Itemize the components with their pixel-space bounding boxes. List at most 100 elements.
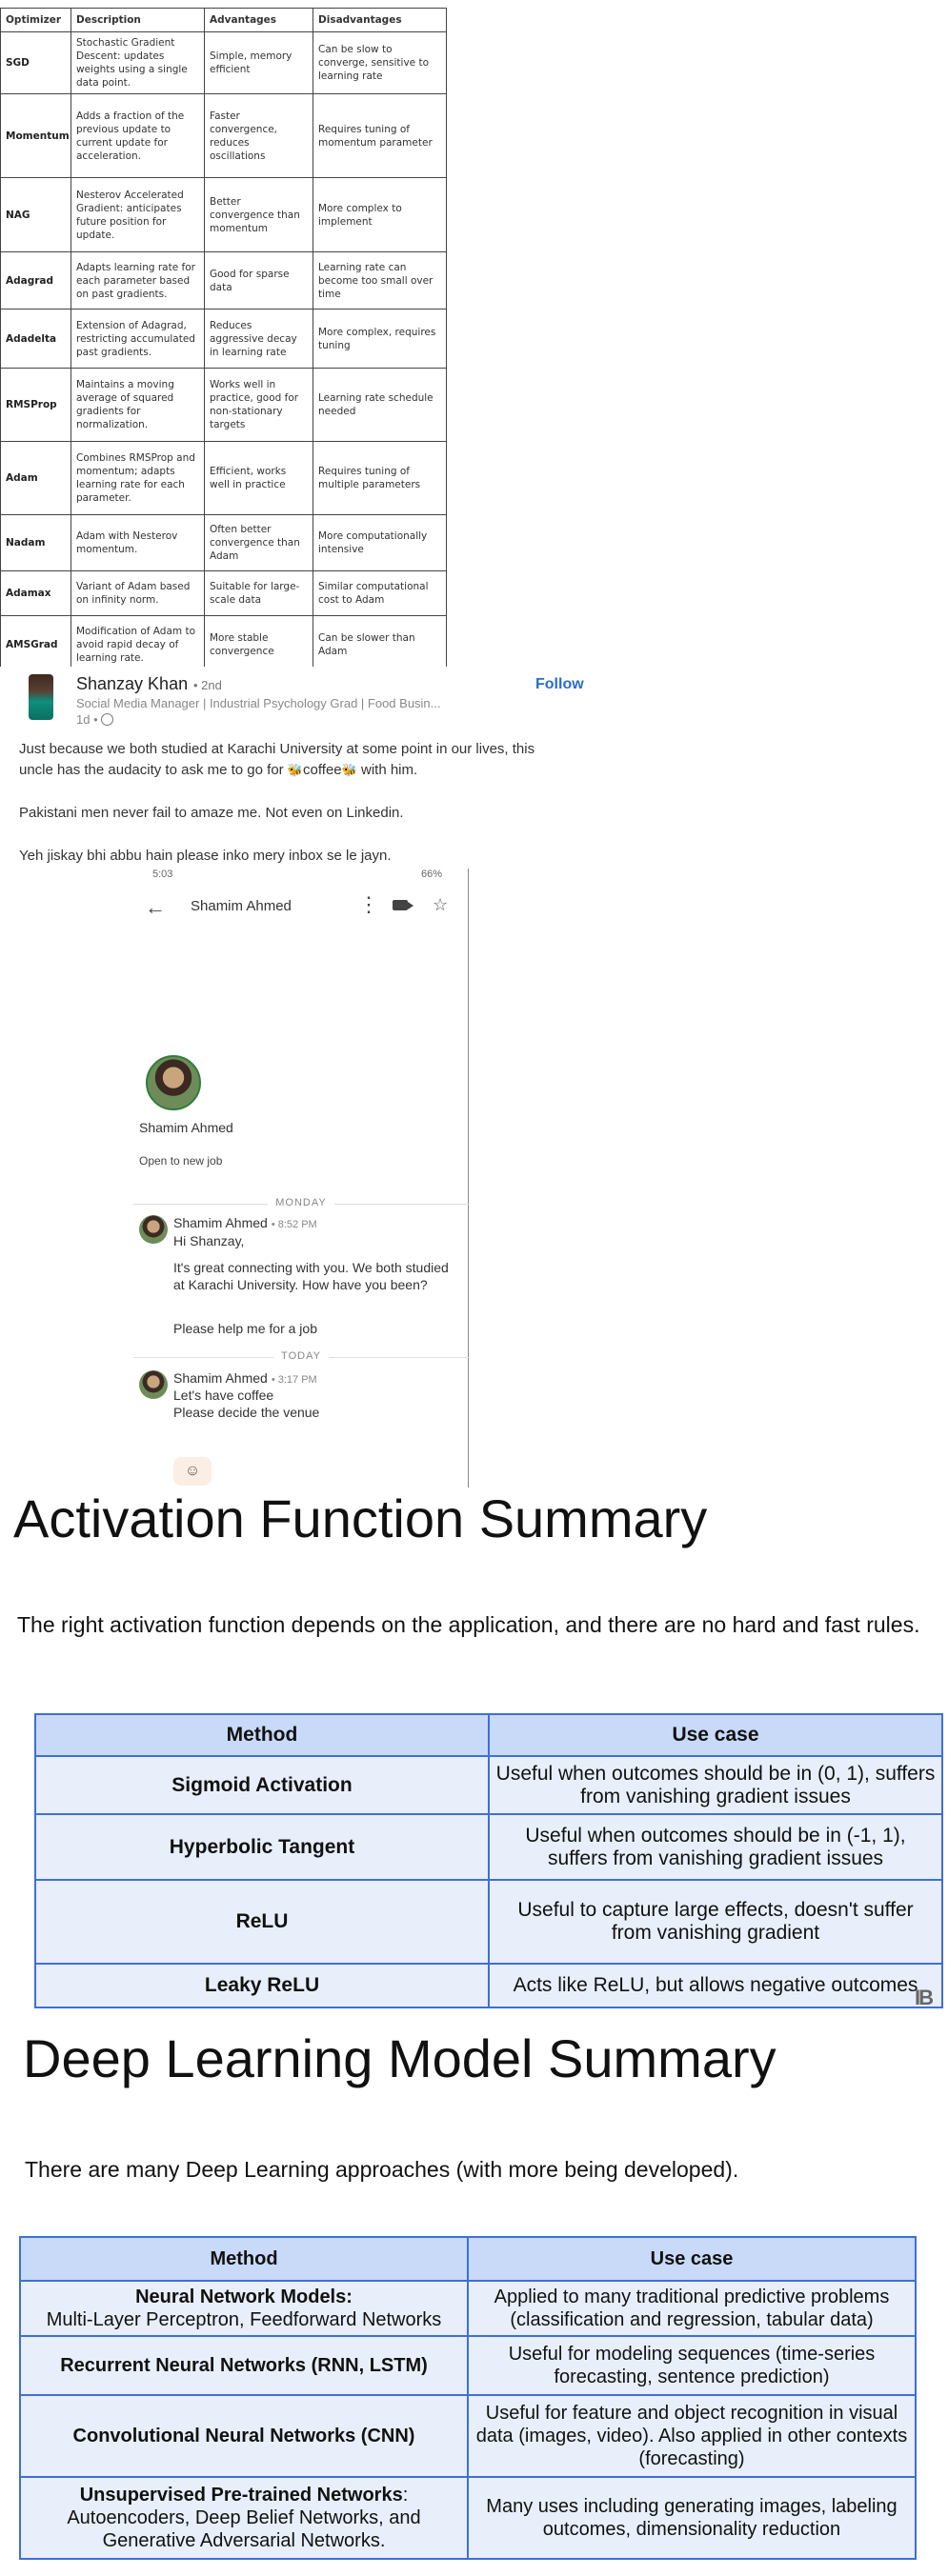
message-body: Let's have coffee	[173, 1388, 274, 1403]
post-text-line: Just because we both studied at Karachi …	[19, 741, 535, 757]
optimizer-advantages: Simple, memory efficient	[204, 31, 313, 94]
author-headline: Social Media Manager | Industrial Psycho…	[76, 696, 441, 710]
profile-avatar[interactable]	[146, 1055, 201, 1110]
table-row: ReLU Useful to capture large effects, doe…	[34, 1879, 943, 1965]
activation-title: Activation Function Summary	[13, 1488, 708, 1548]
optimizer-name: AMSGrad	[0, 615, 71, 673]
table-row: AMSGrad Modification of Adam to avoid rap…	[0, 615, 447, 673]
post-body: Just because we both studied at Karachi …	[19, 739, 572, 781]
method-bold: Unsupervised Pre-trained Networks	[79, 2485, 403, 2506]
message-body: Hi Shanzay,	[173, 1233, 245, 1248]
messaging-screenshot: 5:03 66% ← Shamim Ahmed ⋮ ☆ Shamim Ahmed…	[133, 869, 469, 1488]
optimizer-disadvantages: More computationally intensive	[313, 514, 447, 571]
method-cell: Hyperbolic Tangent	[34, 1813, 490, 1881]
optimizer-description: Combines RMSProp and momentum; adapts le…	[71, 441, 205, 515]
optimizer-name: SGD	[0, 31, 71, 94]
deep-learning-subtitle: There are many Deep Learning approaches …	[25, 2157, 739, 2182]
table-row: Recurrent Neural Networks (RNN, LSTM) Us…	[19, 2335, 917, 2396]
post-text-fragment: with him.	[360, 762, 418, 778]
post-text-line: Pakistani men never fail to amaze me. No…	[19, 805, 404, 821]
optimizer-description: Extension of Adagrad, restricting accumu…	[71, 309, 205, 369]
deep-learning-title: Deep Learning Model Summary	[23, 2028, 777, 2088]
day-divider: MONDAY	[133, 1197, 469, 1210]
follow-button[interactable]: Follow	[535, 676, 584, 693]
message-time: • 8:52 PM	[271, 1219, 317, 1230]
globe-icon	[100, 713, 113, 726]
optimizer-advantages: Often better convergence than Adam	[204, 514, 313, 571]
optimizer-description: Nesterov Accelerated Gradient: anticipat…	[71, 177, 205, 252]
method-cell: Sigmoid Activation	[34, 1755, 490, 1815]
post-text-fragment: uncle has the audacity to ask me to go f…	[19, 762, 284, 778]
video-call-icon[interactable]	[393, 900, 413, 910]
method-cell: Neural Network Models: Multi-Layer Percep…	[19, 2280, 469, 2337]
method-bold: Recurrent Neural Networks (RNN, LSTM)	[60, 2355, 428, 2376]
optimizer-description: Modification of Adam to avoid rapid deca…	[71, 615, 205, 673]
profile-status: Open to new job	[139, 1154, 223, 1168]
emoji-reaction-icon[interactable]: ☺	[173, 1457, 212, 1486]
optimizer-table: Optimizer Description Advantages Disadva…	[0, 8, 447, 673]
message-sender: Shamim Ahmed • 8:52 PM	[173, 1215, 317, 1230]
optimizer-disadvantages: Requires tuning of momentum parameter	[313, 93, 447, 178]
status-bar: 5:03 66%	[152, 869, 448, 880]
use-case-cell: Useful when outcomes should be in (-1, 1…	[488, 1813, 943, 1881]
sender-name: Shamim Ahmed	[173, 1215, 268, 1230]
method-cell: ReLU	[34, 1879, 490, 1965]
table-row: NAG Nesterov Accelerated Gradient: antici…	[0, 177, 447, 252]
more-options-icon[interactable]: ⋮	[358, 893, 379, 916]
bee-emoji-icon: 🐝	[287, 763, 304, 777]
optimizer-name: RMSProp	[0, 368, 71, 442]
optimizer-description: Variant of Adam based on infinity norm.	[71, 570, 205, 616]
optimizer-advantages: Reduces aggressive decay in learning rat…	[204, 309, 313, 369]
header-method: Method	[34, 1713, 490, 1757]
activation-subtitle: The right activation function depends on…	[17, 1612, 920, 1637]
table-row: Adagrad Adapts learning rate for each par…	[0, 251, 447, 310]
ibm-logo: IB	[915, 1986, 934, 2009]
use-case-cell: Useful to capture large effects, doesn't…	[488, 1879, 943, 1965]
post-time-text: 1d •	[76, 712, 98, 727]
method-cell: Convolutional Neural Networks (CNN)	[19, 2394, 469, 2478]
post-timestamp: 1d •	[76, 712, 113, 727]
use-case-cell: Useful when outcomes should be in (0, 1)…	[488, 1755, 943, 1815]
optimizer-advantages: Good for sparse data	[204, 251, 313, 310]
message-avatar[interactable]	[139, 1370, 168, 1399]
day-label: MONDAY	[268, 1197, 334, 1208]
star-icon[interactable]: ☆	[433, 895, 448, 915]
optimizer-disadvantages: Can be slow to converge, sensitive to le…	[313, 31, 447, 94]
table-row: SGD Stochastic Gradient Descent: updates …	[0, 31, 447, 94]
bee-emoji-icon: 🐝	[341, 763, 357, 777]
optimizer-description: Adam with Nesterov momentum.	[71, 514, 205, 571]
table-header-row: Method Use case	[19, 2236, 917, 2282]
optimizer-disadvantages: Learning rate can become too small over …	[313, 251, 447, 310]
header-advantages: Advantages	[204, 8, 313, 32]
header-use-case: Use case	[488, 1713, 943, 1757]
message-sender: Shamim Ahmed • 3:17 PM	[173, 1370, 317, 1386]
post-text-line: Yeh jiskay bhi abbu hain please inko mer…	[19, 848, 392, 864]
header-optimizer: Optimizer	[0, 8, 71, 32]
optimizer-advantages: Better convergence than momentum	[204, 177, 313, 252]
optimizer-advantages: Suitable for large-scale data	[204, 570, 313, 616]
optimizer-disadvantages: More complex, requires tuning	[313, 309, 447, 369]
optimizer-table-image: Optimizer Description Advantages Disadva…	[0, 8, 447, 673]
header-disadvantages: Disadvantages	[313, 8, 447, 32]
optimizer-name: NAG	[0, 177, 71, 252]
optimizer-disadvantages: Similar computational cost to Adam	[313, 570, 447, 616]
author-avatar[interactable]	[29, 674, 53, 720]
optimizer-name: Adamax	[0, 570, 71, 616]
table-row: Leaky ReLU Acts like ReLU, but allows neg…	[34, 1963, 943, 2008]
table-row: Adamax Variant of Adam based on infinity …	[0, 570, 447, 616]
use-case-cell: Many uses including generating images, l…	[467, 2476, 917, 2560]
message-avatar[interactable]	[139, 1215, 168, 1244]
profile-name[interactable]: Shamim Ahmed	[139, 1120, 233, 1135]
sender-name: Shamim Ahmed	[173, 1370, 268, 1386]
message-body: It's great connecting with you. We both …	[173, 1260, 449, 1292]
message-body: Please help me for a job	[173, 1321, 317, 1336]
conversation-title: Shamim Ahmed	[191, 898, 292, 914]
optimizer-name: Nadam	[0, 514, 71, 571]
optimizer-advantages: Efficient, works well in practice	[204, 441, 313, 515]
author-name[interactable]: Shanzay Khan	[76, 674, 188, 694]
optimizer-description: Adds a fraction of the previous update t…	[71, 93, 205, 178]
use-case-cell: Applied to many traditional predictive p…	[467, 2280, 917, 2337]
table-row: Neural Network Models: Multi-Layer Percep…	[19, 2280, 917, 2337]
optimizer-name: Momentum	[0, 93, 71, 178]
back-arrow-icon[interactable]: ←	[145, 895, 166, 920]
